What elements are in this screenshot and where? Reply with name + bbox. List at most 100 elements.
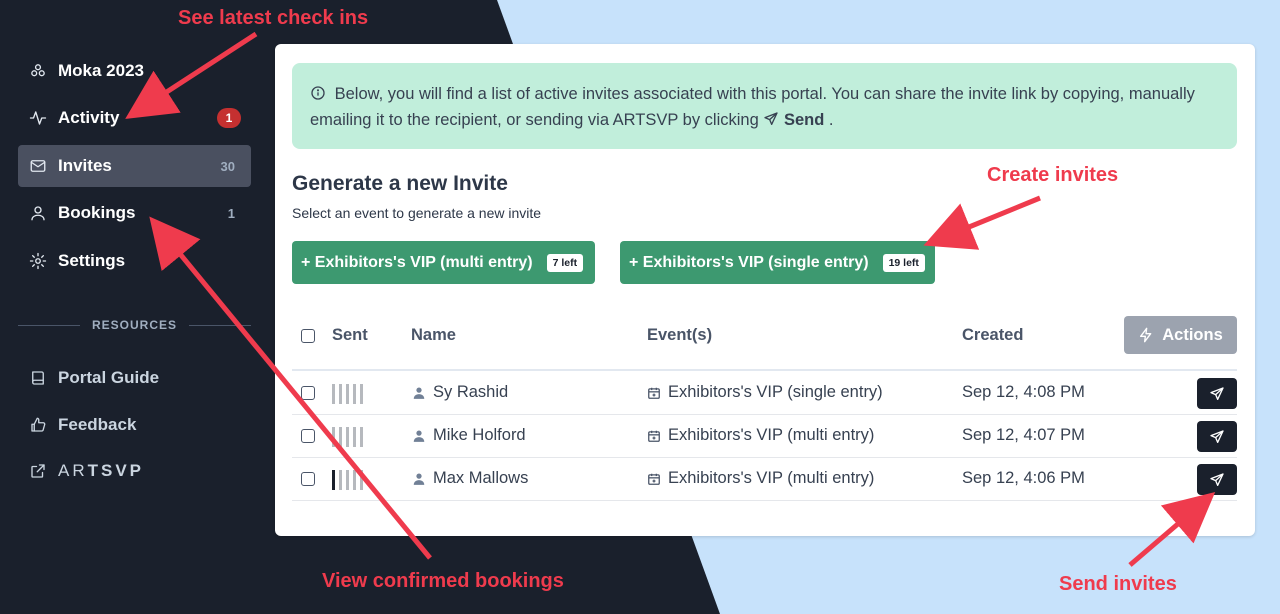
- send-invite-button[interactable]: [1197, 464, 1237, 495]
- gift-icon: [28, 61, 48, 81]
- info-icon: [311, 86, 325, 100]
- row-checkbox[interactable]: [301, 472, 315, 486]
- invitee-name[interactable]: Sy Rashid: [412, 383, 508, 402]
- sent-bar: [346, 427, 349, 447]
- invite-event: Exhibitors's VIP (multi entry): [647, 426, 874, 445]
- remaining-badge: 7 left: [546, 253, 584, 272]
- info-tail: .: [828, 111, 834, 129]
- invite-event: Exhibitors's VIP (single entry): [647, 383, 883, 402]
- sidebar-item-bookings[interactable]: Bookings 1: [18, 192, 251, 234]
- sent-bar: [332, 384, 335, 404]
- sent-bar: [346, 470, 349, 490]
- annotation-checkins: See latest check ins: [178, 7, 369, 29]
- send-invite-button[interactable]: [1197, 421, 1237, 452]
- sent-bar: [360, 470, 363, 490]
- annotation-create: Create invites: [987, 164, 1119, 186]
- sent-bar: [360, 427, 363, 447]
- annotation-bookings: View confirmed bookings: [322, 570, 564, 592]
- sidebar-item-label: Portal Guide: [58, 368, 160, 387]
- actions-button[interactable]: Actions: [1124, 316, 1237, 354]
- sent-bar: [332, 470, 335, 490]
- thumbs-up-icon: [28, 415, 48, 435]
- info-banner: Below, you will find a list of active in…: [292, 63, 1237, 149]
- lightning-icon: [1140, 327, 1152, 343]
- row-checkbox[interactable]: [301, 386, 315, 400]
- invite-event: Exhibitors's VIP (multi entry): [647, 469, 874, 488]
- sidebar-item-label: Feedback: [58, 415, 137, 434]
- sidebar-item-artsvp[interactable]: ARTSVP: [18, 450, 251, 492]
- generate-button-label: + Exhibitors's VIP (multi entry): [301, 253, 533, 271]
- send-icon: [1210, 472, 1224, 486]
- generate-single-entry-button[interactable]: + Exhibitors's VIP (single entry) 19 lef…: [620, 241, 935, 284]
- resources-label: RESOURCES: [92, 318, 178, 332]
- sent-bar: [339, 384, 342, 404]
- sidebar-item-label: Bookings: [58, 203, 136, 222]
- sidebar-item-label: Settings: [58, 251, 126, 270]
- sidebar-item-feedback[interactable]: Feedback: [18, 404, 251, 446]
- resources-divider: RESOURCES: [18, 318, 252, 332]
- invite-created: Sep 12, 4:07 PM: [962, 426, 1085, 444]
- person-icon: [413, 472, 425, 485]
- book-icon: [28, 368, 48, 388]
- calendar-icon: [648, 387, 660, 399]
- sidebar-item-label: Activity: [58, 108, 120, 127]
- generate-button-label: + Exhibitors's VIP (single entry): [629, 253, 869, 271]
- sent-bar: [332, 427, 335, 447]
- user-icon: [28, 203, 48, 223]
- bookings-count: 1: [227, 205, 235, 221]
- sidebar-item-label: Moka 2023: [58, 61, 144, 80]
- sent-bar: [360, 384, 363, 404]
- generate-multi-entry-button[interactable]: + Exhibitors's VIP (multi entry) 7 left: [292, 241, 595, 284]
- sent-status-indicator: [332, 470, 363, 490]
- generate-subtitle: Select an event to generate a new invite: [292, 205, 542, 221]
- calendar-icon: [648, 473, 660, 485]
- send-icon: [1210, 429, 1224, 443]
- activity-icon: [28, 108, 48, 128]
- invites-card: Below, you will find a list of active in…: [275, 44, 1255, 536]
- row-checkbox[interactable]: [301, 429, 315, 443]
- column-header-events[interactable]: Event(s): [647, 326, 712, 345]
- table-header-divider: [292, 369, 1237, 371]
- sent-status-indicator: [332, 384, 363, 404]
- send-icon: [1210, 386, 1224, 400]
- annotation-send: Send invites: [1059, 573, 1177, 595]
- sent-bar: [346, 384, 349, 404]
- invite-created: Sep 12, 4:06 PM: [962, 469, 1085, 487]
- sidebar-item-settings[interactable]: Settings: [18, 240, 251, 282]
- sidebar-item-invites[interactable]: Invites 30: [18, 145, 251, 187]
- generate-title: Generate a new Invite: [292, 172, 508, 195]
- sidebar: Moka 2023 Activity 1 Invites 30 Bookings…: [0, 0, 270, 614]
- table-row: Max Mallows Exhibitors's VIP (multi entry…: [292, 458, 1237, 501]
- sent-bar: [353, 427, 356, 447]
- invites-count: 30: [220, 158, 235, 174]
- remaining-badge: 19 left: [882, 253, 925, 272]
- sent-bar: [353, 384, 356, 404]
- sidebar-item-label: Invites: [58, 156, 112, 175]
- sidebar-item-moka-2023[interactable]: Moka 2023: [18, 50, 251, 92]
- invitee-name[interactable]: Max Mallows: [412, 469, 528, 488]
- calendar-icon: [648, 430, 660, 442]
- artsvp-brand: ARTSVP: [58, 461, 145, 480]
- external-link-icon: [28, 461, 48, 481]
- sidebar-item-portal-guide[interactable]: Portal Guide: [18, 357, 251, 399]
- mail-icon: [28, 156, 48, 176]
- sent-bar: [339, 470, 342, 490]
- table-row: Mike Holford Exhibitors's VIP (multi entr…: [292, 415, 1237, 458]
- actions-label: Actions: [1162, 325, 1223, 344]
- invitee-name[interactable]: Mike Holford: [412, 426, 526, 445]
- gear-icon: [28, 251, 48, 271]
- column-header-created[interactable]: Created: [962, 326, 1023, 345]
- person-icon: [413, 429, 425, 442]
- table-row: Sy Rashid Exhibitors's VIP (single entry)…: [292, 372, 1237, 415]
- sent-bar: [353, 470, 356, 490]
- select-all-checkbox[interactable]: [301, 329, 315, 343]
- sent-bar: [339, 427, 342, 447]
- sidebar-item-activity[interactable]: Activity 1: [18, 97, 251, 139]
- column-header-sent[interactable]: Sent: [332, 326, 368, 345]
- column-header-name[interactable]: Name: [411, 326, 456, 345]
- activity-badge: 1: [217, 108, 241, 128]
- sent-status-indicator: [332, 427, 363, 447]
- send-invite-button[interactable]: [1197, 378, 1237, 409]
- invite-created: Sep 12, 4:08 PM: [962, 383, 1085, 401]
- person-icon: [413, 386, 425, 399]
